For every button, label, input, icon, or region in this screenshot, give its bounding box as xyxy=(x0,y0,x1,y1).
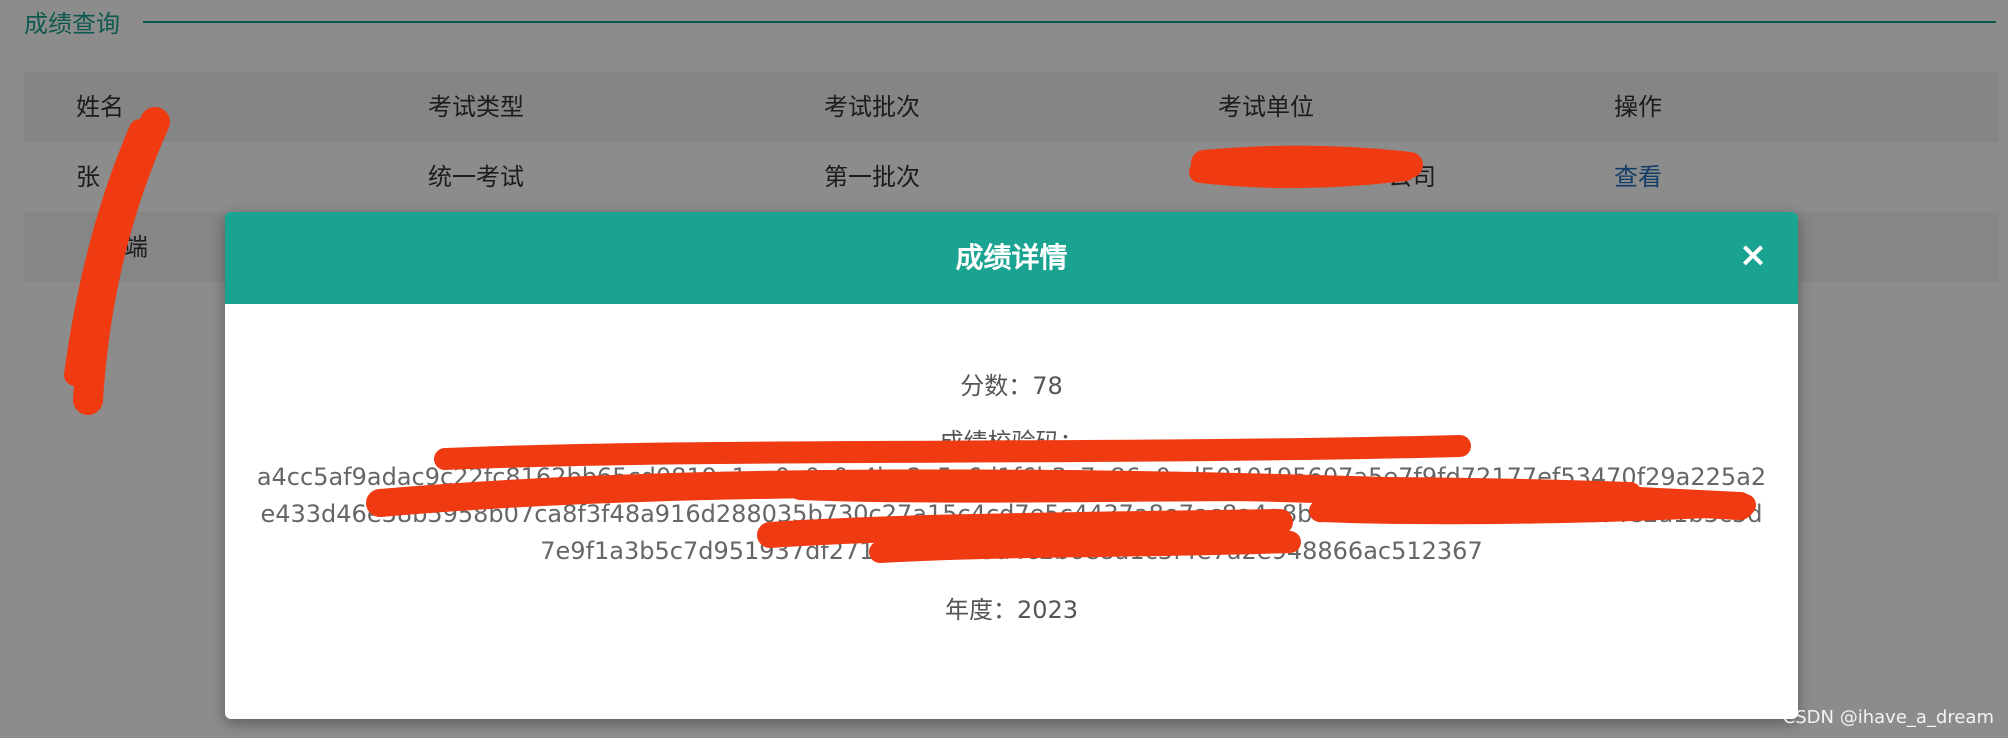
close-icon[interactable]: × xyxy=(1738,238,1768,272)
verification-code-label: 成绩校验码： xyxy=(939,428,1084,456)
modal-header: 成绩详情 × xyxy=(225,212,1798,304)
modal-title: 成绩详情 xyxy=(955,241,1068,274)
watermark: CSDN @ihave_a_dream xyxy=(1782,707,1994,728)
score-detail-modal: 成绩详情 × 分数：78 成绩校验码： a4cc5af9adac9c22fc81… xyxy=(225,212,1798,719)
modal-body: 分数：78 成绩校验码： a4cc5af9adac9c22fc8162bb65c… xyxy=(225,304,1798,719)
year-text: 年度：2023 xyxy=(944,596,1079,624)
score-text: 分数：78 xyxy=(960,372,1063,400)
verification-code-value: a4cc5af9adac9c22fc8162bb65cd0819a1ca0a0c… xyxy=(256,463,1767,565)
